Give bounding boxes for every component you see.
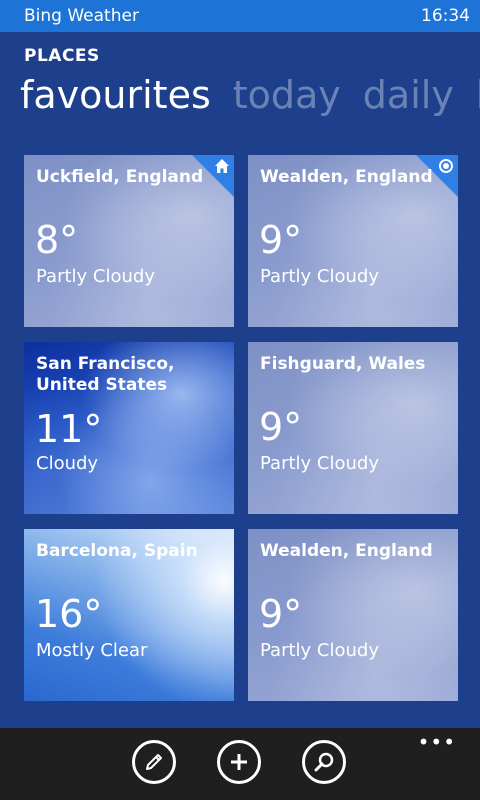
search-button[interactable] (302, 740, 346, 784)
tile-temperature: 9° (259, 592, 303, 636)
clock: 16:34 (421, 6, 470, 26)
tile-temperature: 8° (35, 218, 79, 262)
tile-temperature: 9° (259, 405, 303, 449)
tile-condition: Partly Cloudy (260, 640, 379, 661)
more-menu[interactable]: ••• (418, 732, 456, 752)
section-title: PLACES (24, 46, 100, 66)
tile-wealden-2[interactable]: Wealden, England 9° Partly Cloudy (248, 529, 458, 701)
tile-city: San Francisco, United States (36, 354, 175, 395)
pivot-tab-today[interactable]: today (233, 72, 341, 118)
pivot-tab-daily[interactable]: daily (363, 72, 454, 118)
edit-icon (146, 754, 162, 770)
tile-city: Uckfield, England (36, 167, 204, 187)
tile-wealden[interactable]: Wealden, England 9° Partly Cloudy (248, 155, 458, 327)
pivot-header: favourites today daily hou (20, 72, 480, 118)
tile-city: Wealden, England (260, 167, 433, 187)
tile-temperature: 11° (35, 407, 103, 451)
add-button[interactable] (217, 740, 261, 784)
pivot-tab-hourly[interactable]: hou (476, 72, 480, 118)
tile-barcelona[interactable]: Barcelona, Spain 16° Mostly Clear (24, 529, 234, 701)
tile-city: Fishguard, Wales (260, 354, 426, 374)
status-bar: Bing Weather 16:34 (0, 0, 480, 32)
tile-condition: Mostly Clear (36, 640, 148, 661)
tile-city: Barcelona, Spain (36, 541, 198, 561)
search-icon (314, 752, 334, 772)
tile-uckfield[interactable]: Uckfield, England 8° Partly Cloudy (24, 155, 234, 327)
tile-condition: Partly Cloudy (260, 453, 379, 474)
add-icon (231, 754, 247, 770)
tile-temperature: 16° (35, 592, 103, 636)
tile-condition: Cloudy (36, 453, 99, 474)
tile-condition: Partly Cloudy (260, 266, 379, 287)
tile-san-francisco[interactable]: San Francisco, United States 11° Cloudy (24, 342, 234, 514)
tile-condition: Partly Cloudy (36, 266, 155, 287)
tile-city: Wealden, England (260, 541, 433, 561)
tile-fishguard[interactable]: Fishguard, Wales 9° Partly Cloudy (248, 342, 458, 514)
pivot-tab-favourites[interactable]: favourites (20, 72, 211, 118)
tile-temperature: 9° (259, 218, 303, 262)
app-name: Bing Weather (24, 6, 139, 26)
app-bar: ••• (0, 728, 480, 800)
edit-button[interactable] (132, 740, 176, 784)
